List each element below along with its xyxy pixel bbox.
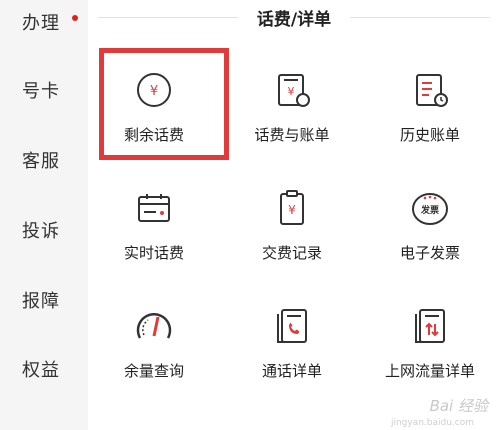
sidebar-item-label: 号卡 [22,81,60,102]
divider [350,17,490,18]
sidebar-item-kefu[interactable]: 客服 [0,140,88,180]
watermark-url: jingyan.baidu.com [390,418,474,428]
sidebar: 办理 号卡 客服 投诉 报障 权益 [0,0,88,430]
sidebar-item-label: 客服 [22,151,60,172]
watermark-brand: Bai 经验 [429,397,488,415]
sidebar-item-haoka[interactable]: 号卡 [0,70,88,110]
data-usage-icon [415,309,445,343]
grid-item-balance-query[interactable]: 余量查询 [90,296,218,406]
sidebar-item-baozhang[interactable]: 报障 [0,280,88,320]
grid-item-label: 历史账单 [399,126,460,144]
sidebar-item-tousu[interactable]: 投诉 [0,210,88,250]
realtime-fee-icon [138,194,170,222]
notification-dot [72,15,78,21]
grid-item-label: 实时话费 [123,244,184,262]
grid-item-label: 通话详单 [261,362,322,380]
grid-item-bill-and-fee[interactable]: ¥ 话费与账单 [228,60,356,170]
svg-text:发票: 发票 [420,204,439,216]
sidebar-item-banli[interactable]: 办理 [0,2,88,42]
grid-item-label: 话费与账单 [254,126,330,144]
grid-item-realtime-fee[interactable]: 实时话费 [90,178,218,288]
sidebar-item-label: 投诉 [22,221,60,242]
highlight-box [99,48,229,160]
grid-item-data-usage-detail[interactable]: 上网流量详单 [366,296,494,406]
sidebar-item-label: 报障 [22,291,60,312]
grid-item-payment-record[interactable]: ¥ 交费记录 [228,178,356,288]
grid-item-history-bill[interactable]: 历史账单 [366,60,494,170]
grid-item-label: 交费记录 [261,244,322,262]
bill-phone-icon: ¥ [278,74,310,107]
section-title: 话费/详单 [256,10,332,30]
svg-text:¥: ¥ [288,85,295,98]
grid-item-label: 余量查询 [123,362,184,380]
grid-item-call-detail[interactable]: 通话详单 [228,296,356,406]
sidebar-item-label: 权益 [22,360,60,381]
section-header: 话费/详单 [88,5,500,30]
sidebar-item-quanyi[interactable]: 权益 [0,349,88,389]
e-invoice-icon: 发票 [412,193,448,225]
call-detail-icon [277,309,307,343]
grid-item-label: 电子发票 [399,244,460,262]
svg-text:¥: ¥ [288,203,296,217]
payment-record-icon: ¥ [280,190,304,225]
gauge-icon [136,313,172,339]
grid-item-label: 上网流量详单 [384,362,475,380]
history-bill-icon [416,74,448,107]
sidebar-item-label: 办理 [22,13,60,34]
grid-item-e-invoice[interactable]: 发票 电子发票 [366,178,494,288]
divider [98,17,238,18]
